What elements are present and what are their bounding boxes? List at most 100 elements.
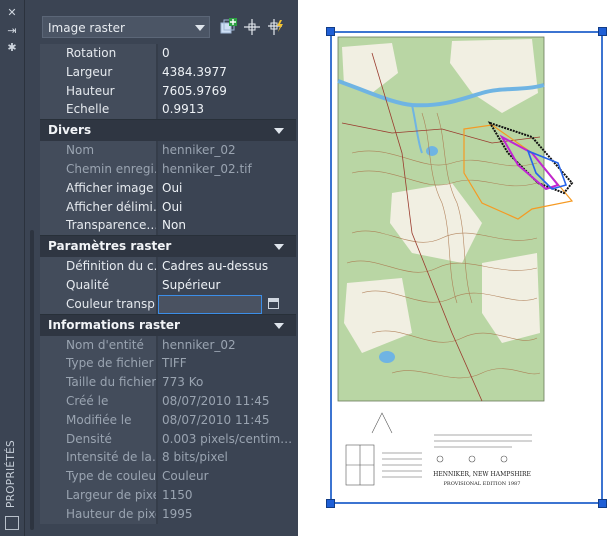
property-name: Chemin enregi…	[40, 159, 156, 179]
properties-list: Rotation 0 Largeur 4384.3977 Hauteur 7605.976…	[40, 44, 296, 524]
property-row[interactable]: Nom d'entité henniker_02	[40, 335, 296, 355]
property-name: Qualité	[40, 275, 156, 295]
property-name: Hauteur	[40, 81, 156, 101]
section-divers[interactable]: Divers	[40, 119, 296, 142]
property-row[interactable]: Rotation 0	[40, 44, 296, 63]
object-type-dropdown[interactable]: Image raster	[42, 16, 210, 38]
property-value: 08/07/2010 11:45	[158, 391, 296, 411]
property-value[interactable]: Oui	[158, 197, 296, 217]
property-value[interactable]: 7605.9769	[158, 81, 296, 101]
property-value: TIFF	[158, 354, 296, 374]
property-name: Nom d'entité	[40, 335, 156, 355]
property-name: Largeur	[40, 62, 156, 82]
parametres-rows: Définition du c… Cadres au-dessus Qualité S…	[40, 257, 296, 314]
property-name: Largeur de pixel	[40, 485, 156, 505]
property-row[interactable]: Définition du c… Cadres au-dessus	[40, 257, 296, 276]
topographic-map-image[interactable]: HENNIKER, NEW HAMPSHIRE PROVISIONAL EDIT…	[332, 33, 601, 502]
property-value: 0.003 pixels/centim…	[158, 429, 296, 449]
property-name: Définition du c…	[40, 257, 156, 276]
close-icon[interactable]: ✕	[5, 6, 19, 20]
property-value: 8 bits/pixel	[158, 448, 296, 468]
property-row[interactable]: Hauteur de pixel 1995	[40, 504, 296, 524]
collapse-icon[interactable]	[274, 128, 284, 135]
property-name: Type de couleur	[40, 467, 156, 486]
property-name: Taille du fichier	[40, 373, 156, 392]
property-value[interactable]: 4384.3977	[158, 62, 296, 82]
grip-top-left[interactable]	[326, 27, 335, 36]
palette-title: PROPRIÉTÉS	[4, 440, 17, 508]
property-value[interactable]: 0.9913	[158, 100, 296, 120]
property-row[interactable]: Nom henniker_02	[40, 141, 296, 160]
raster-image-selection[interactable]: HENNIKER, NEW HAMPSHIRE PROVISIONAL EDIT…	[326, 27, 607, 508]
property-row[interactable]: Taille du fichier 773 Ko	[40, 373, 296, 392]
toggle-pickadd-icon[interactable]	[219, 18, 237, 36]
property-row[interactable]: Transparence… Non	[40, 216, 296, 236]
property-row[interactable]: Créé le 08/07/2010 11:45	[40, 391, 296, 411]
property-name: Type de fichier	[40, 354, 156, 374]
property-row[interactable]: Afficher délimi… Oui	[40, 197, 296, 217]
quick-select-icon[interactable]	[267, 18, 285, 36]
property-value: 1995	[158, 504, 296, 524]
property-row[interactable]: Qualité Supérieur	[40, 275, 296, 295]
property-name: Couleur transp…	[40, 294, 156, 314]
property-value: 08/07/2010 11:45	[158, 410, 296, 430]
property-row[interactable]: Densité 0.003 pixels/centim…	[40, 429, 296, 449]
settings-icon[interactable]: ✱	[5, 41, 19, 55]
property-value[interactable]: 0	[158, 44, 296, 63]
property-name: Echelle	[40, 100, 156, 120]
property-row[interactable]: Afficher image Oui	[40, 178, 296, 198]
property-name: Densité	[40, 429, 156, 449]
property-value[interactable]: henniker_02	[158, 141, 296, 160]
color-picker-icon[interactable]	[268, 297, 279, 309]
property-row[interactable]: Largeur 4384.3977	[40, 62, 296, 82]
property-name: Créé le	[40, 391, 156, 411]
grip-bottom-left[interactable]	[326, 499, 335, 508]
collapse-icon[interactable]	[274, 244, 284, 251]
palette-title-strip[interactable]: ✕ ⇥ ✱ PROPRIÉTÉS	[0, 0, 25, 536]
object-type-label: Image raster	[48, 21, 125, 35]
property-row[interactable]: Type de fichier TIFF	[40, 354, 296, 374]
property-row[interactable]: Intensité de la… 8 bits/pixel	[40, 448, 296, 468]
chevron-down-icon	[195, 25, 205, 31]
property-value: 773 Ko	[158, 373, 296, 392]
property-value[interactable]: Non	[158, 216, 296, 236]
property-name: Rotation	[40, 44, 156, 63]
informations-rows: Nom d'entité henniker_02 Type de fichier TI…	[40, 335, 296, 524]
property-value[interactable]: Cadres au-dessus	[158, 257, 296, 276]
palette-menu-icon[interactable]	[5, 516, 19, 530]
property-value: henniker_02	[158, 335, 296, 355]
map-place-title: HENNIKER, NEW HAMPSHIRE	[433, 471, 531, 478]
property-value[interactable]: Oui	[158, 178, 296, 198]
property-name: Afficher délimi…	[40, 197, 156, 217]
section-parametres-raster[interactable]: Paramètres raster	[40, 235, 296, 258]
auto-hide-icon[interactable]: ⇥	[5, 24, 19, 38]
property-row[interactable]: Largeur de pixel 1150	[40, 485, 296, 505]
property-value[interactable]: Supérieur	[158, 275, 296, 295]
property-row[interactable]: Echelle 0.9913	[40, 100, 296, 120]
property-row[interactable]: Modifiée le 08/07/2010 11:45	[40, 410, 296, 430]
property-name: Modifiée le	[40, 410, 156, 430]
property-value[interactable]: henniker_02.tif	[158, 159, 296, 179]
property-name: Afficher image	[40, 178, 156, 198]
collapse-icon[interactable]	[274, 322, 284, 329]
palette-toolbar: Image raster	[40, 14, 296, 42]
section-informations-label: Informations raster	[48, 317, 180, 332]
section-parametres-label: Paramètres raster	[48, 239, 172, 254]
scrollbar-thumb[interactable]	[30, 230, 34, 530]
property-row[interactable]: Chemin enregi… henniker_02.tif	[40, 159, 296, 179]
property-row[interactable]: Type de couleur Couleur	[40, 467, 296, 486]
map-edition: PROVISIONAL EDITION 1987	[444, 481, 521, 487]
section-divers-label: Divers	[48, 123, 92, 138]
transparent-color-input[interactable]	[158, 294, 262, 314]
property-name: Hauteur de pixel	[40, 504, 156, 524]
grip-top-right[interactable]	[598, 27, 607, 36]
property-name: Intensité de la…	[40, 448, 156, 468]
grip-bottom-right[interactable]	[598, 499, 607, 508]
property-value: Couleur	[158, 467, 296, 486]
property-row[interactable]: Hauteur 7605.9769	[40, 81, 296, 101]
geometry-rows: Rotation 0 Largeur 4384.3977 Hauteur 7605.976…	[40, 44, 296, 120]
property-row[interactable]: Couleur transp…	[40, 294, 296, 314]
section-informations-raster[interactable]: Informations raster	[40, 313, 296, 336]
divers-rows: Nom henniker_02 Chemin enregi… henniker_02.…	[40, 141, 296, 236]
select-objects-icon[interactable]	[243, 18, 261, 36]
